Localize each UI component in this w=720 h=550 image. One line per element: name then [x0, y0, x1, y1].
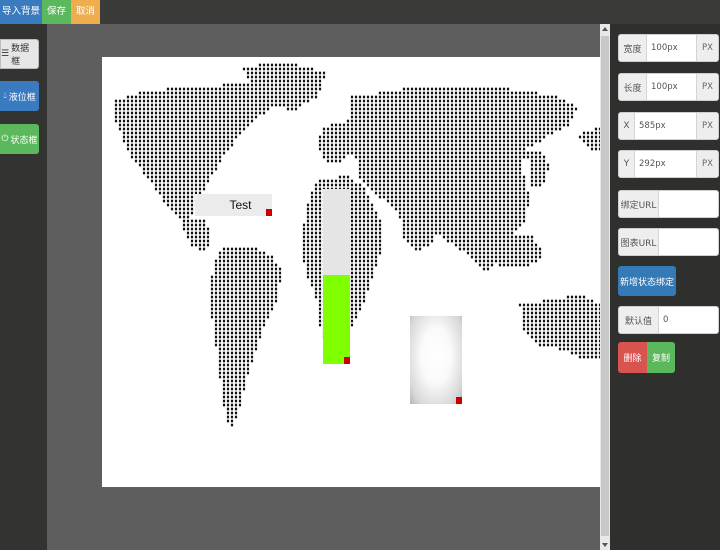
level-box-tool-button[interactable]: 💧︎ 液位框	[0, 81, 39, 111]
scroll-down-icon[interactable]	[602, 543, 608, 547]
world-map-background	[114, 63, 622, 443]
data-box-tool-label: 数据框	[11, 44, 30, 67]
tool-sidebar: ☰ 数据框 💧︎ 液位框 ⏻ 状态框	[0, 24, 47, 550]
data-box-label: Test	[229, 198, 252, 212]
chart-url-field-group: 图表URL	[618, 228, 719, 256]
x-unit: PX	[696, 113, 718, 139]
copy-button[interactable]: 复制	[647, 342, 675, 373]
x-label: X	[619, 113, 635, 139]
resize-handle[interactable]	[266, 209, 272, 216]
y-label: Y	[619, 151, 635, 177]
status-box-widget[interactable]	[410, 316, 462, 404]
y-input[interactable]: 292px	[635, 151, 696, 177]
default-value-input[interactable]: 0	[659, 307, 718, 333]
width-label: 宽度	[619, 35, 647, 61]
width-unit: PX	[696, 35, 718, 61]
level-box-tool-label: 液位框	[8, 92, 36, 103]
chart-url-input[interactable]	[659, 229, 718, 255]
status-box-tool-button[interactable]: ⏻ 状态框	[0, 124, 39, 154]
level-fill-bar	[323, 274, 350, 364]
bind-url-field-group: 绑定URL	[618, 190, 719, 218]
x-input[interactable]: 585px	[635, 113, 696, 139]
import-background-button[interactable]: 导入背景	[0, 0, 42, 24]
width-field-group: 宽度 100px PX	[618, 34, 719, 62]
properties-panel: 宽度 100px PX 长度 100px PX X 585px PX Y 292…	[610, 24, 720, 550]
width-input[interactable]: 100px	[647, 35, 696, 61]
height-label: 长度	[619, 74, 647, 100]
resize-handle[interactable]	[456, 397, 462, 404]
bind-url-input[interactable]	[659, 191, 718, 217]
add-status-binding-button[interactable]: 新增状态绑定	[618, 266, 676, 296]
height-field-group: 长度 100px PX	[618, 73, 719, 101]
height-input[interactable]: 100px	[647, 74, 696, 100]
height-unit: PX	[696, 74, 718, 100]
delete-button[interactable]: 删除	[618, 342, 647, 373]
default-value-field-group: 默认值 0	[618, 306, 719, 334]
top-toolbar: 导入背景 保存 取消	[0, 0, 720, 24]
scroll-thumb[interactable]	[601, 36, 609, 536]
power-icon: ⏻	[1, 133, 9, 144]
data-box-tool-button[interactable]: ☰ 数据框	[0, 39, 39, 69]
vertical-scrollbar[interactable]	[600, 24, 610, 550]
save-button[interactable]: 保存	[42, 0, 71, 24]
status-box-tool-label: 状态框	[10, 135, 38, 146]
y-unit: PX	[696, 151, 718, 177]
chart-url-label: 图表URL	[619, 229, 659, 255]
list-icon: ☰	[1, 48, 10, 59]
canvas-area: Test	[47, 24, 630, 550]
design-canvas[interactable]: Test	[102, 57, 630, 487]
scroll-up-icon[interactable]	[602, 27, 608, 31]
level-box-widget[interactable]	[323, 189, 350, 364]
droplet-icon: 💧︎	[3, 90, 7, 101]
x-field-group: X 585px PX	[618, 112, 719, 140]
resize-handle[interactable]	[344, 357, 350, 364]
bind-url-label: 绑定URL	[619, 191, 659, 217]
default-value-label: 默认值	[619, 307, 659, 333]
cancel-button[interactable]: 取消	[71, 0, 100, 24]
data-box-widget[interactable]: Test	[195, 194, 272, 216]
y-field-group: Y 292px PX	[618, 150, 719, 178]
